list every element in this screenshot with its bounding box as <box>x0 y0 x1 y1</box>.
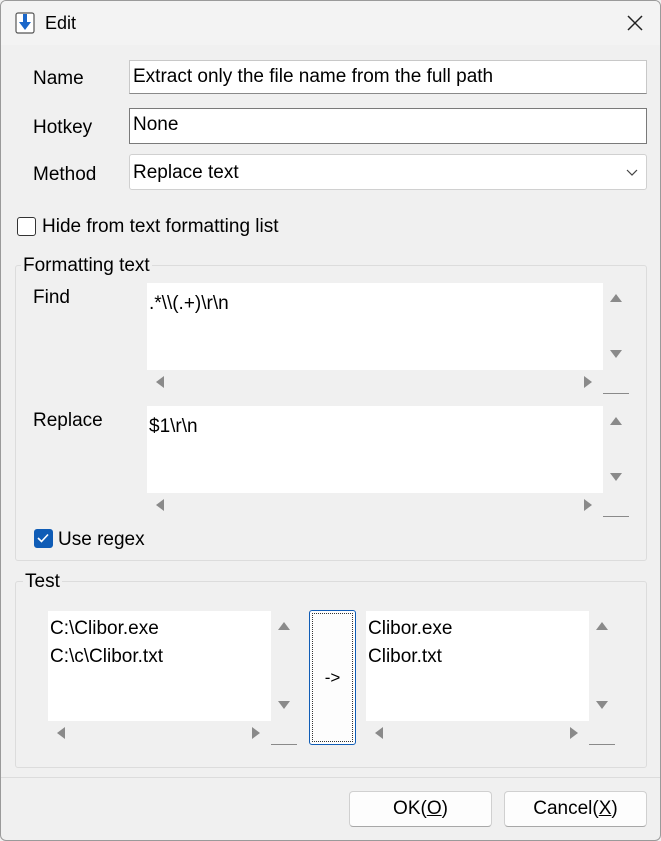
close-button[interactable] <box>610 1 660 45</box>
method-select-value: Replace text <box>133 162 239 183</box>
cancel-label-suffix: ) <box>611 798 618 819</box>
test-group-title: Test <box>23 571 62 593</box>
chevron-down-icon <box>626 169 638 176</box>
scroll-down-icon[interactable] <box>610 473 622 481</box>
ok-label-prefix: OK( <box>393 798 427 819</box>
test-output-memo[interactable]: Clibor.exe Clibor.txt <box>366 611 615 745</box>
method-select[interactable]: Replace text <box>129 154 647 190</box>
title-bar: Edit <box>1 1 660 45</box>
cancel-button[interactable]: Cancel(X) <box>504 791 647 827</box>
test-output-text: Clibor.exe Clibor.txt <box>368 618 453 667</box>
footer-divider <box>1 777 660 778</box>
replace-horizontal-scrollbar[interactable] <box>147 493 603 517</box>
scroll-left-icon[interactable] <box>156 376 164 388</box>
formatting-group-title: Formatting text <box>21 255 152 277</box>
hide-checkbox[interactable] <box>17 217 36 236</box>
replace-vertical-scrollbar[interactable] <box>603 406 629 493</box>
test-output-vertical-scrollbar[interactable] <box>589 611 615 721</box>
method-label: Method <box>33 164 97 185</box>
scroll-left-icon[interactable] <box>57 727 65 739</box>
run-test-button[interactable]: -> <box>309 610 356 745</box>
find-text: .*\\(.+)\r\n <box>149 293 229 314</box>
find-memo[interactable]: .*\\(.+)\r\n <box>147 283 629 394</box>
scroll-right-icon[interactable] <box>584 499 592 511</box>
edit-dialog: Edit Name Extract only the file name fro… <box>0 0 661 841</box>
scroll-up-icon[interactable] <box>596 622 608 630</box>
replace-memo[interactable]: $1\r\n <box>147 406 629 517</box>
ok-accelerator: O <box>426 798 442 819</box>
scroll-right-icon[interactable] <box>252 727 260 739</box>
close-icon <box>627 15 643 31</box>
hotkey-label: Hotkey <box>33 117 93 138</box>
scroll-down-icon[interactable] <box>596 701 608 709</box>
scroll-right-icon[interactable] <box>584 376 592 388</box>
replace-text: $1\r\n <box>149 416 198 437</box>
cancel-label-prefix: Cancel( <box>533 798 599 819</box>
test-output-horizontal-scrollbar[interactable] <box>366 721 589 745</box>
download-arrow-icon <box>15 12 35 34</box>
scrollbar-corner <box>603 369 629 393</box>
hotkey-field[interactable]: None <box>129 108 647 144</box>
find-horizontal-scrollbar[interactable] <box>147 370 603 394</box>
test-input-horizontal-scrollbar[interactable] <box>48 721 271 745</box>
scroll-left-icon[interactable] <box>375 727 383 739</box>
ok-label-suffix: ) <box>441 798 448 819</box>
replace-label: Replace <box>33 410 103 431</box>
use-regex-label: Use regex <box>58 529 145 550</box>
test-input-vertical-scrollbar[interactable] <box>271 611 297 721</box>
find-vertical-scrollbar[interactable] <box>603 283 629 370</box>
scroll-right-icon[interactable] <box>570 727 578 739</box>
scrollbar-corner <box>271 720 297 744</box>
ok-button[interactable]: OK(O) <box>349 791 492 827</box>
scroll-up-icon[interactable] <box>610 417 622 425</box>
test-input-text: C:\Clibor.exe C:\c\Clibor.txt <box>50 618 163 667</box>
window-title: Edit <box>45 13 77 33</box>
scroll-up-icon[interactable] <box>610 294 622 302</box>
scroll-up-icon[interactable] <box>278 622 290 630</box>
use-regex-checkbox[interactable] <box>34 529 53 548</box>
find-label: Find <box>33 287 70 308</box>
name-label: Name <box>33 68 84 89</box>
scroll-down-icon[interactable] <box>610 350 622 358</box>
hide-checkbox-label: Hide from text formatting list <box>42 216 279 237</box>
checkmark-icon <box>37 533 49 543</box>
scrollbar-corner <box>589 720 615 744</box>
scroll-left-icon[interactable] <box>156 499 164 511</box>
scroll-down-icon[interactable] <box>278 701 290 709</box>
name-field[interactable]: Extract only the file name from the full… <box>129 60 647 94</box>
cancel-accelerator: X <box>598 798 612 819</box>
test-input-memo[interactable]: C:\Clibor.exe C:\c\Clibor.txt <box>48 611 297 745</box>
scrollbar-corner <box>603 492 629 516</box>
